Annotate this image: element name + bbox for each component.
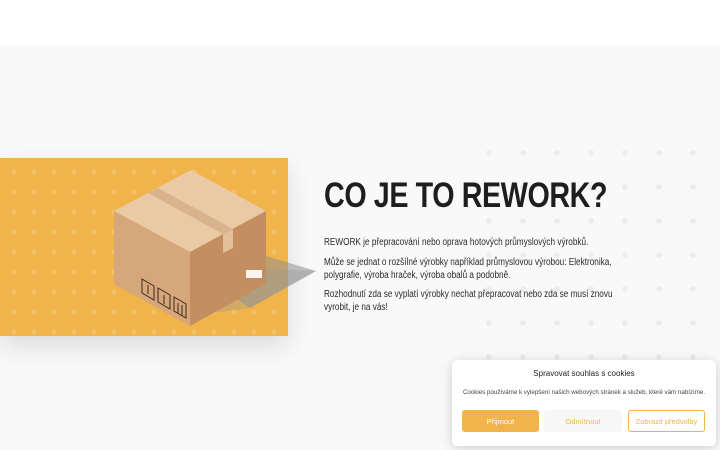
cookie-consent-panel: Spravovat souhlas s cookies Cookies použ…	[452, 360, 716, 446]
cookie-title: Spravovat souhlas s cookies	[533, 369, 635, 378]
top-bar	[0, 0, 720, 46]
accept-cookies-button[interactable]: Přijmout	[462, 410, 539, 432]
cardboard-box-icon	[114, 170, 316, 326]
intro-paragraph: REWORK je přepracování nebo oprava hotov…	[324, 237, 589, 248]
cookie-description: Cookies používáme k vylepšení našich web…	[462, 389, 706, 396]
hero-image	[0, 158, 316, 336]
deny-cookies-button[interactable]: Odmítnout	[544, 410, 622, 432]
section-heading: CO JE TO REWORK?	[324, 176, 608, 215]
decision-paragraph: Rozhodnutí zda se vyplatí výrobky nechat…	[324, 289, 613, 313]
cookie-preferences-button[interactable]: Zobrazit předvolby	[628, 410, 705, 432]
examples-paragraph: Může se jednat o rozšílné výrobky napřík…	[324, 257, 612, 281]
